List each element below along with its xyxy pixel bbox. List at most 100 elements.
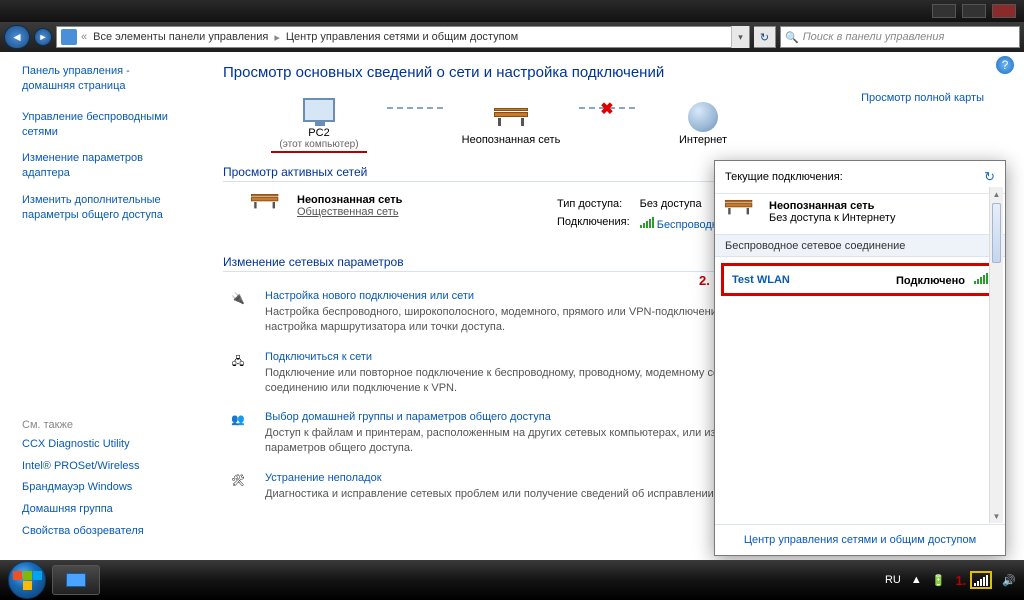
see-also-ie[interactable]: Свойства обозревателя [22, 524, 183, 539]
task-connect-link[interactable]: Подключиться к сети [265, 351, 372, 363]
task-troubleshoot: 🛠 Устранение неполадок Диагностика и исп… [223, 464, 783, 510]
see-also-title: См. также [22, 419, 183, 431]
flyout-wlan-item[interactable]: Test WLAN Подключено [721, 263, 999, 296]
see-also-firewall[interactable]: Брандмауэр Windows [22, 480, 183, 495]
active-net-name: Неопознанная сеть [297, 194, 402, 206]
task-homegroup-desc: Доступ к файлам и принтерам, расположенн… [265, 426, 783, 456]
app-icon [66, 573, 86, 587]
see-also-homegroup[interactable]: Домашняя группа [22, 502, 183, 517]
breadcrumb[interactable]: « Все элементы панели управления ▸ Центр… [56, 26, 750, 48]
sidebar-link-adapter[interactable]: Изменение параметров адаптера [22, 151, 183, 181]
flyout-title: Текущие подключения: [725, 171, 843, 183]
flyout-refresh-button[interactable]: ↻ [984, 169, 995, 185]
node-unknown-net[interactable]: Неопознанная сеть [451, 100, 571, 146]
flyout-open-center-link[interactable]: Центр управления сетями и общим доступом [744, 534, 976, 546]
node-internet-label: Интернет [679, 134, 727, 146]
see-also-ccx[interactable]: CCX Diagnostic Utility [22, 437, 183, 452]
connections-label: Подключения: [557, 214, 638, 233]
breadcrumb-chevron-icon: ▸ [274, 31, 280, 44]
new-connection-icon: 🔌 [223, 290, 253, 335]
taskbar-app-button[interactable] [52, 565, 100, 595]
map-link-2: ✖ [579, 107, 635, 109]
node-internet[interactable]: Интернет [643, 100, 763, 146]
node-this-pc[interactable]: PC2 (этот компьютер) [259, 93, 379, 153]
search-input[interactable]: 🔍 Поиск в панели управления [780, 26, 1020, 48]
annotation-underline [271, 151, 367, 153]
tray-show-hidden-icon[interactable]: ▲ [911, 574, 922, 586]
sidebar-see-also: См. также CCX Diagnostic Utility Intel® … [22, 405, 183, 560]
tray-power-icon[interactable]: 🔋 [932, 574, 946, 587]
back-button[interactable]: ◄ [4, 25, 30, 49]
scroll-thumb[interactable] [992, 203, 1001, 263]
breadcrumb-history-button[interactable]: ▾ [731, 26, 749, 48]
task-troubleshoot-desc: Диагностика и исправление сетевых пробле… [265, 487, 717, 502]
task-homegroup: 👥 Выбор домашней группы и параметров общ… [223, 403, 783, 464]
task-homegroup-link[interactable]: Выбор домашней группы и параметров общег… [265, 411, 551, 423]
disconnected-x-icon: ✖ [600, 99, 613, 119]
flyout-current-connection[interactable]: Неопознанная сеть Без доступа к Интернет… [715, 194, 1005, 234]
window-titlebar [0, 0, 1024, 22]
wlan-state: Подключено [896, 275, 965, 287]
sidebar-link-advanced[interactable]: Изменить дополнительные параметры общего… [22, 193, 183, 223]
help-button[interactable]: ? [996, 56, 1014, 74]
node-pc-label: PC2 [308, 127, 329, 139]
forward-button[interactable]: ► [34, 28, 52, 46]
tray-network-icon[interactable] [970, 571, 992, 589]
task-new-connection: 🔌 Настройка нового подключения или сети … [223, 282, 783, 343]
tray-lang-indicator[interactable]: RU [885, 574, 901, 586]
scroll-up-icon[interactable]: ▲ [990, 187, 1003, 201]
map-link-1 [387, 107, 443, 109]
node-pc-sub: (этот компьютер) [279, 139, 358, 150]
sidebar-home-link[interactable]: Панель управления - домашняя страница [22, 64, 183, 94]
sidebar: Панель управления - домашняя страница Уп… [0, 52, 195, 560]
search-placeholder: Поиск в панели управления [803, 31, 945, 43]
flyout-scrollbar[interactable]: ▲ ▼ [989, 187, 1003, 523]
taskbar: RU ▲ 🔋 1. 🔊 [0, 560, 1024, 600]
maximize-button[interactable] [962, 4, 986, 18]
breadcrumb-seg-network-center[interactable]: Центр управления сетями и общим доступом [282, 31, 522, 43]
bench-icon [251, 194, 278, 208]
computer-icon [303, 98, 335, 122]
scroll-down-icon[interactable]: ▼ [990, 509, 1003, 523]
task-new-connection-desc: Настройка беспроводного, широкополосного… [265, 305, 783, 335]
flyout-section-wireless[interactable]: Беспроводное сетевое соединение ▴ [715, 234, 1005, 257]
access-label: Тип доступа: [557, 196, 638, 212]
system-tray: RU ▲ 🔋 1. 🔊 [885, 571, 1016, 589]
page-title: Просмотр основных сведений о сети и наст… [223, 64, 1004, 81]
task-new-connection-link[interactable]: Настройка нового подключения или сети [265, 290, 474, 302]
breadcrumb-chevron-icon: « [81, 31, 87, 43]
task-troubleshoot-link[interactable]: Устранение неполадок [265, 472, 382, 484]
close-button[interactable] [992, 4, 1016, 18]
task-connect-desc: Подключение или повторное подключение к … [265, 366, 783, 396]
annotation-2: 2. [699, 273, 710, 288]
breadcrumb-seg-all[interactable]: Все элементы панели управления [89, 31, 272, 43]
wlan-name: Test WLAN [732, 274, 790, 286]
signal-bars-icon [974, 574, 988, 586]
flyout-section-label: Беспроводное сетевое соединение [725, 240, 905, 252]
task-connect: 🖧 Подключиться к сети Подключение или по… [223, 343, 783, 404]
start-button[interactable] [8, 561, 46, 599]
network-flyout: Текущие подключения: ↻ Неопознанная сеть… [714, 160, 1006, 556]
node-unknown-label: Неопознанная сеть [462, 134, 561, 146]
address-bar: ◄ ► « Все элементы панели управления ▸ Ц… [0, 22, 1024, 52]
sidebar-link-wireless[interactable]: Управление беспроводными сетями [22, 110, 183, 140]
see-also-intel[interactable]: Intel® PROSet/Wireless [22, 459, 183, 474]
tray-volume-icon[interactable]: 🔊 [1002, 574, 1016, 587]
signal-bars-icon [974, 272, 988, 284]
minimize-button[interactable] [932, 4, 956, 18]
globe-icon [688, 102, 718, 132]
homegroup-icon: 👥 [223, 411, 253, 456]
active-net-type[interactable]: Общественная сеть [297, 206, 399, 218]
full-map-link[interactable]: Просмотр полной карты [861, 92, 984, 104]
control-panel-icon [61, 29, 77, 45]
bench-icon [494, 108, 528, 126]
signal-bars-icon [640, 216, 654, 228]
flyout-footer: Центр управления сетями и общим доступом [715, 524, 1005, 555]
search-icon: 🔍 [785, 31, 799, 44]
connect-network-icon: 🖧 [223, 351, 253, 396]
refresh-button[interactable]: ↻ [754, 26, 776, 48]
annotation-1: 1. [955, 573, 966, 588]
troubleshoot-icon: 🛠 [223, 472, 253, 502]
flyout-curr-sub: Без доступа к Интернету [769, 212, 896, 224]
flyout-curr-name: Неопознанная сеть [769, 200, 896, 212]
